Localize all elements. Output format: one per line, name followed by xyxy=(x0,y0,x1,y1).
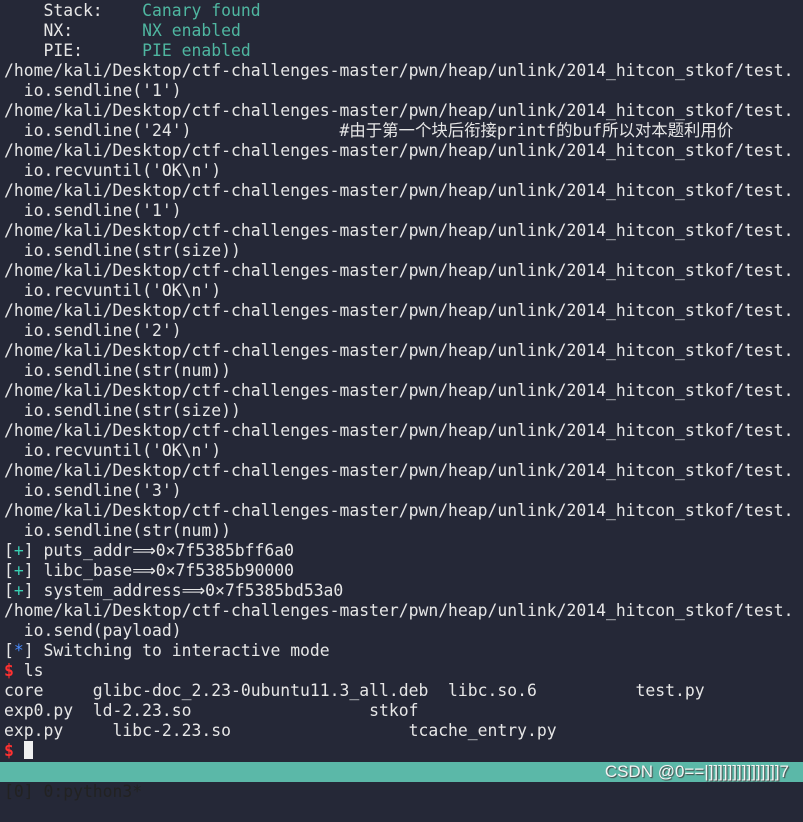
info-line: [+] puts_addr⟹0×7f5385bff6a0 xyxy=(4,541,294,560)
command-line: $ ls xyxy=(4,661,803,681)
checksec-line: PIE: PIE enabled xyxy=(4,41,803,61)
text-cursor[interactable] xyxy=(23,741,33,759)
warning-code: io.sendline('1') xyxy=(4,81,182,100)
warning-path-line: /home/kali/Desktop/ctf-challenges-master… xyxy=(4,461,803,481)
warning-path: /home/kali/Desktop/ctf-challenges-master… xyxy=(4,141,794,160)
warning-path-line: /home/kali/Desktop/ctf-challenges-master… xyxy=(4,421,803,441)
warning-path: /home/kali/Desktop/ctf-challenges-master… xyxy=(4,61,794,80)
info-line: [+] system_address⟹0×7f5385bd53a0 xyxy=(4,581,344,600)
warning-code-line: io.recvuntil('OK\n') xyxy=(4,161,803,181)
warning-code: io.sendline(str(num)) xyxy=(4,361,231,380)
prompt-symbol: $ xyxy=(4,661,14,680)
warning-code-line: io.sendline('2') xyxy=(4,321,803,341)
ls-output-line: exp0.py ld-2.23.so stkof xyxy=(4,701,803,721)
warning-path: /home/kali/Desktop/ctf-challenges-master… xyxy=(4,501,794,520)
warning-code: io.sendline('1') xyxy=(4,201,182,220)
plus-icon: + xyxy=(13,581,24,600)
info-text: puts_addr⟹0×7f5385bff6a0 xyxy=(33,541,294,560)
prompt-symbol: $ xyxy=(4,741,14,760)
info-text: libc_base⟹0×7f5385b90000 xyxy=(33,561,294,580)
star-icon: * xyxy=(13,641,24,660)
warning-code: io.sendline(str(size)) xyxy=(4,401,241,420)
tmux-status-bar: [0] 0:python3* CSDN @0==|]]]]]]]]]]]]]]]… xyxy=(0,762,803,801)
warning-path: /home/kali/Desktop/ctf-challenges-master… xyxy=(4,461,794,480)
warning-code: io.recvuntil('OK\n') xyxy=(4,161,222,180)
warning-code-line: io.sendline('1') xyxy=(4,201,803,221)
warning-path: /home/kali/Desktop/ctf-challenges-master… xyxy=(4,101,794,120)
warning-code: io.sendline('2') xyxy=(4,321,182,340)
interactive-line: [*] Switching to interactive mode xyxy=(4,641,330,660)
warning-path: /home/kali/Desktop/ctf-challenges-master… xyxy=(4,221,794,240)
warning-code-line: io.sendline(str(size)) xyxy=(4,401,803,421)
warning-code-line: io.send(payload) xyxy=(4,621,803,641)
info-text: system_address⟹0×7f5385bd53a0 xyxy=(33,581,344,600)
warning-path-line: /home/kali/Desktop/ctf-challenges-master… xyxy=(4,601,803,621)
ls-output: exp0.py ld-2.23.so stkof xyxy=(4,701,419,720)
warning-path-line: /home/kali/Desktop/ctf-challenges-master… xyxy=(4,181,803,201)
warning-code-line: io.sendline(str(size)) xyxy=(4,241,803,261)
warning-code-line: io.sendline('1') xyxy=(4,81,803,101)
warning-code: io.recvuntil('OK\n') xyxy=(4,441,222,460)
warning-code-line: io.sendline(str(num)) xyxy=(4,361,803,381)
warning-path-line: /home/kali/Desktop/ctf-challenges-master… xyxy=(4,381,803,401)
warning-path-line: /home/kali/Desktop/ctf-challenges-master… xyxy=(4,141,803,161)
interactive-text: Switching to interactive mode xyxy=(33,641,330,660)
warning-path: /home/kali/Desktop/ctf-challenges-master… xyxy=(4,181,794,200)
warning-path: /home/kali/Desktop/ctf-challenges-master… xyxy=(4,381,794,400)
warning-code: io.sendline('24') #由于第一个块后衔接printf的buf所以… xyxy=(4,121,734,140)
warning-code-line: io.recvuntil('OK\n') xyxy=(4,281,803,301)
warning-path: /home/kali/Desktop/ctf-challenges-master… xyxy=(4,261,794,280)
checksec-line: Stack: Canary found xyxy=(4,1,803,21)
warning-path: /home/kali/Desktop/ctf-challenges-master… xyxy=(4,341,794,360)
warning-path-line: /home/kali/Desktop/ctf-challenges-master… xyxy=(4,261,803,281)
ls-output: core glibc-doc_2.23-0ubuntu11.3_all.deb … xyxy=(4,681,705,700)
warning-path-line: /home/kali/Desktop/ctf-challenges-master… xyxy=(4,501,803,521)
warning-path-line: /home/kali/Desktop/ctf-challenges-master… xyxy=(4,341,803,361)
checksec-value: Canary found xyxy=(142,1,261,20)
ls-output-line: exp.py libc-2.23.so tcache_entry.py xyxy=(4,721,803,741)
info-line: [+] libc_base⟹0×7f5385b90000 xyxy=(4,561,294,580)
warning-code-line: io.recvuntil('OK\n') xyxy=(4,441,803,461)
terminal-output[interactable]: Stack: Canary found NX: NX enabled PIE: … xyxy=(4,1,803,761)
plus-icon: + xyxy=(13,561,24,580)
checksec-label: PIE: xyxy=(4,41,143,60)
warning-code-line: io.sendline(str(num)) xyxy=(4,521,803,541)
checksec-label: NX: xyxy=(4,21,143,40)
ls-output-line: core glibc-doc_2.23-0ubuntu11.3_all.deb … xyxy=(4,681,803,701)
warning-code: io.recvuntil('OK\n') xyxy=(4,281,222,300)
watermark: CSDN @0==|]]]]]]]]]]]]]]]7 xyxy=(604,762,789,781)
warning-code: io.sendline('3') xyxy=(4,481,182,500)
warning-path: /home/kali/Desktop/ctf-challenges-master… xyxy=(4,301,794,320)
warning-code: io.send(payload) xyxy=(4,621,182,640)
checksec-line: NX: NX enabled xyxy=(4,21,803,41)
input-line: $ xyxy=(4,741,803,761)
ls-output: exp.py libc-2.23.so tcache_entry.py xyxy=(4,721,557,740)
checksec-value: PIE enabled xyxy=(142,41,251,60)
checksec-label: Stack: xyxy=(4,1,143,20)
warning-path-line: /home/kali/Desktop/ctf-challenges-master… xyxy=(4,301,803,321)
warning-code: io.sendline(str(num)) xyxy=(4,521,231,540)
command-text: ls xyxy=(13,661,44,680)
warning-code-line: io.sendline('3') xyxy=(4,481,803,501)
warning-path: /home/kali/Desktop/ctf-challenges-master… xyxy=(4,421,794,440)
checksec-value: NX enabled xyxy=(142,21,241,40)
warning-path: /home/kali/Desktop/ctf-challenges-master… xyxy=(4,601,794,620)
warning-path-line: /home/kali/Desktop/ctf-challenges-master… xyxy=(4,101,803,121)
warning-code-line: io.sendline('24') #由于第一个块后衔接printf的buf所以… xyxy=(4,121,803,141)
plus-icon: + xyxy=(13,541,24,560)
warning-path-line: /home/kali/Desktop/ctf-challenges-master… xyxy=(4,221,803,241)
warning-code: io.sendline(str(size)) xyxy=(4,241,241,260)
warning-path-line: /home/kali/Desktop/ctf-challenges-master… xyxy=(4,61,803,81)
tmux-window-tab[interactable]: [0] 0:python3* xyxy=(4,782,142,802)
